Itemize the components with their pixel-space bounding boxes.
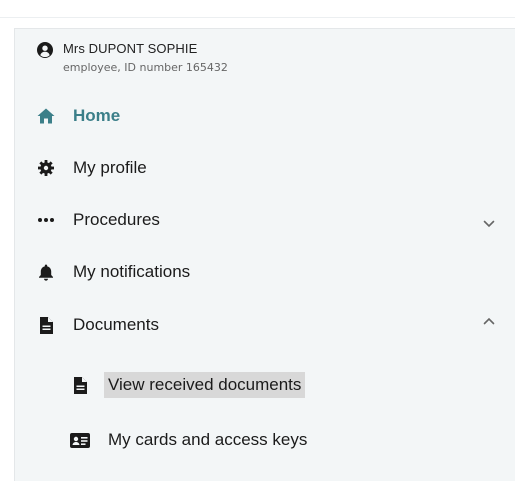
subnav-item-label: My cards and access keys <box>108 430 308 449</box>
nav-item-my-profile[interactable]: My profile <box>37 156 147 180</box>
chevron-up-icon[interactable] <box>482 314 496 328</box>
nav-item-label: Procedures <box>73 210 160 229</box>
id-card-icon <box>70 431 90 449</box>
subnav-item-my-cards-and-access-keys[interactable]: My cards and access keys <box>70 426 311 454</box>
nav-item-label: Documents <box>73 315 159 334</box>
nav-item-documents[interactable]: Documents <box>37 313 159 337</box>
subnav-item-label: View received documents <box>104 372 306 398</box>
nav-item-label: My profile <box>73 158 147 177</box>
user-role: employee, ID number 165432 <box>63 61 228 74</box>
ellipsis-icon <box>37 211 55 229</box>
chevron-down-icon[interactable] <box>482 217 496 231</box>
nav-item-label: My notifications <box>73 262 191 281</box>
home-icon <box>37 107 55 125</box>
document-icon <box>70 376 90 394</box>
nav-item-procedures[interactable]: Procedures <box>37 208 160 232</box>
user-circle-icon <box>37 42 53 58</box>
document-icon <box>37 316 55 334</box>
nav-item-my-notifications[interactable]: My notifications <box>37 260 190 284</box>
sidebar-menu: Mrs DUPONT SOPHIE employee, ID number 16… <box>14 28 515 481</box>
user-name: Mrs DUPONT SOPHIE <box>63 41 198 56</box>
top-divider <box>0 17 515 18</box>
nav-item-home[interactable]: Home <box>37 104 120 128</box>
nav-item-label: Home <box>73 106 121 125</box>
gear-icon <box>37 159 55 177</box>
subnav-item-view-received-documents[interactable]: View received documents <box>70 371 306 399</box>
bell-icon <box>37 263 55 281</box>
